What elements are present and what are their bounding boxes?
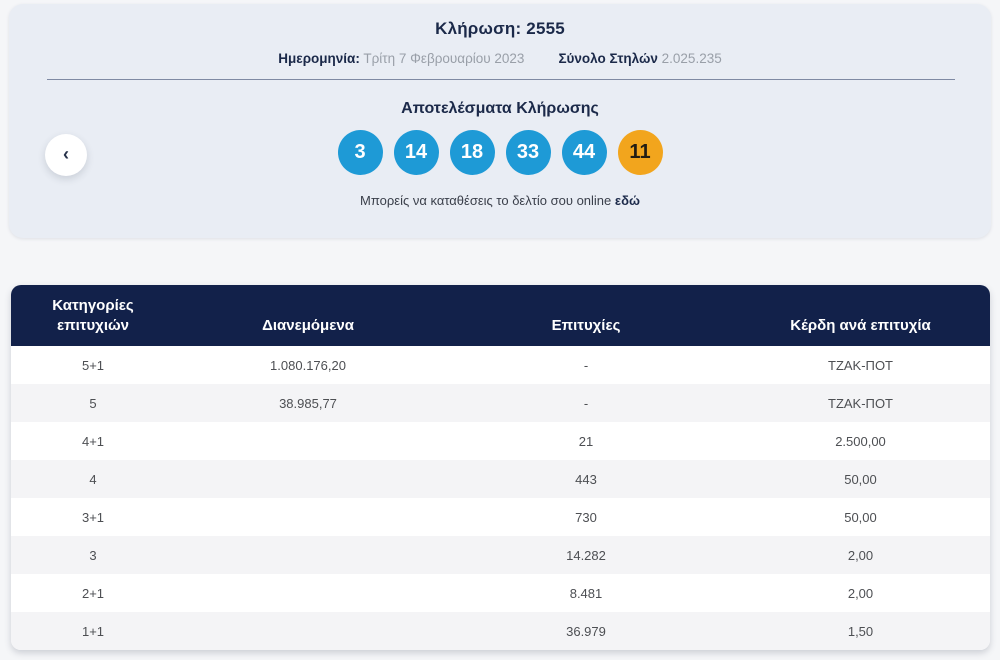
draw-date: Ημερομηνία: Τρίτη 7 Φεβρουαρίου 2023 [278, 51, 524, 66]
lottery-results-page: { "draw": { "title": "Κλήρωση: 2555", "d… [0, 0, 1000, 660]
cell-winners: - [583, 395, 589, 411]
header-divider [47, 79, 955, 80]
cell-distributed: 1.080.176,20 [270, 357, 346, 373]
cell-prize: 2.500,00 [835, 433, 886, 449]
winning-number-ball: 18 [449, 130, 495, 175]
cell-prize: 1,50 [847, 623, 874, 639]
cell-category: 4+1 [81, 433, 105, 449]
draw-meta: Ημερομηνία: Τρίτη 7 Φεβρουαρίου 2023 Σύν… [9, 51, 991, 66]
table-row: 5 38.985,77 - ΤΖΑΚ-ΠΟΤ [11, 384, 990, 422]
cell-winners: 21 [578, 433, 594, 449]
cell-prize: 50,00 [844, 471, 877, 487]
cell-prize: 50,00 [844, 509, 877, 525]
winning-number-ball: 33 [505, 130, 551, 175]
bonus-number-ball: 11 [617, 130, 663, 175]
table-row: 4+1 21 2.500,00 [11, 422, 990, 460]
table-row: 3 14.282 2,00 [11, 536, 990, 574]
table-row: 4 443 50,00 [11, 460, 990, 498]
column-header-categories: Κατηγορίες επιτυχιών [52, 296, 134, 334]
cell-winners: 14.282 [566, 547, 606, 563]
table-row: 1+1 36.979 1,50 [11, 612, 990, 650]
cell-category: 2+1 [81, 585, 105, 601]
winning-number-ball: 3 [337, 130, 383, 175]
draw-title: Κλήρωση: 2555 [435, 19, 565, 38]
cell-prize: ΤΖΑΚ-ΠΟΤ [828, 357, 893, 373]
column-header-distributed: Διανεμόμενα [262, 316, 354, 334]
cell-prize: ΤΖΑΚ-ΠΟΤ [828, 395, 893, 411]
table-row: 3+1 730 50,00 [11, 498, 990, 536]
cell-category: 4 [89, 471, 97, 487]
winning-number-ball: 44 [561, 130, 607, 175]
cell-winners: 8.481 [569, 585, 603, 601]
total-columns-value: 2.025.235 [661, 51, 722, 66]
cell-winners: 443 [575, 471, 597, 487]
table-body: 5+1 1.080.176,20 - ΤΖΑΚ-ΠΟΤ 5 38.985,77 - ΤΖΑΚ-… [11, 346, 990, 650]
column-header-prize: Κέρδη ανά επιτυχία [790, 316, 931, 334]
cell-distributed: 38.985,77 [279, 395, 337, 411]
draw-date-label: Ημερομηνία: [278, 51, 360, 66]
results-title: Αποτελέσματα Κλήρωσης [401, 100, 599, 117]
winning-number-ball: 14 [393, 130, 439, 175]
table-row: 5+1 1.080.176,20 - ΤΖΑΚ-ΠΟΤ [11, 346, 990, 384]
cell-prize: 2,00 [847, 547, 874, 563]
table-header-row: Κατηγορίες επιτυχιών Διανεμόμενα Επιτυχί… [11, 285, 990, 346]
draw-summary-card: Κλήρωση: 2555 Ημερομηνία: Τρίτη 7 Φεβρου… [9, 4, 991, 238]
previous-draw-button[interactable]: ‹ [45, 134, 87, 176]
cell-category: 3 [89, 547, 97, 563]
cell-winners: - [583, 357, 589, 373]
cell-prize: 2,00 [847, 585, 874, 601]
winning-numbers-row: 3 14 18 33 44 11 [9, 130, 991, 175]
cta-text: Μπορείς να καταθέσεις το δελτίο σου onli… [9, 193, 991, 208]
cta-sentence: Μπορείς να καταθέσεις το δελτίο σου onli… [360, 193, 612, 208]
cell-category: 3+1 [81, 509, 105, 525]
cell-category: 1+1 [81, 623, 105, 639]
chevron-left-icon: ‹ [63, 144, 69, 164]
prize-table-card: Κατηγορίες επιτυχιών Διανεμόμενα Επιτυχί… [11, 285, 990, 650]
column-header-winners: Επιτυχίες [551, 316, 621, 334]
cell-category: 5 [89, 395, 97, 411]
draw-date-value: Τρίτη 7 Φεβρουαρίου 2023 [363, 51, 525, 66]
total-columns: Σύνολο Στηλών 2.025.235 [558, 51, 721, 66]
cell-winners: 730 [575, 509, 597, 525]
table-row: 2+1 8.481 2,00 [11, 574, 990, 612]
submit-slip-link[interactable]: εδώ [615, 193, 640, 208]
cell-winners: 36.979 [566, 623, 606, 639]
cell-category: 5+1 [81, 357, 105, 373]
total-columns-label: Σύνολο Στηλών [558, 51, 658, 66]
